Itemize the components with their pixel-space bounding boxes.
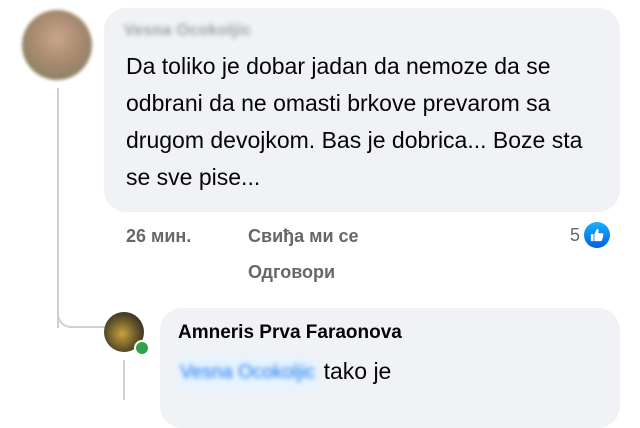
thumbs-up-icon — [584, 222, 611, 248]
reaction-summary[interactable]: 5 — [570, 222, 611, 248]
reply-author[interactable]: Amneris Prva Faraonova — [178, 322, 602, 344]
commenter-avatar[interactable] — [22, 10, 92, 80]
comment-text: Da toliko je dobar jadan da nemoze da se… — [126, 53, 583, 190]
comment-timestamp[interactable]: 26 мин. — [126, 226, 191, 247]
reaction-count: 5 — [570, 224, 581, 245]
mention-tag[interactable]: Vesna Ocokoljic — [178, 355, 318, 390]
reply-text-line: Vesna Ocokoljic tako je — [178, 354, 602, 390]
reply-thread-line — [123, 360, 125, 400]
like-button[interactable]: Свиђа ми се — [248, 226, 359, 247]
online-status-indicator — [134, 340, 150, 356]
comment-bubble: Vesna Ocokoljic Da toliko je dobar jadan… — [104, 8, 620, 212]
thread-line — [57, 88, 59, 328]
reply-text: tako je — [323, 358, 392, 384]
thread-connector — [57, 300, 105, 328]
comment-author[interactable]: Vesna Ocokoljic — [124, 22, 251, 40]
reply-button[interactable]: Одговори — [248, 262, 335, 283]
reply-bubble: Amneris Prva Faraonova Vesna Ocokoljic t… — [160, 308, 620, 428]
